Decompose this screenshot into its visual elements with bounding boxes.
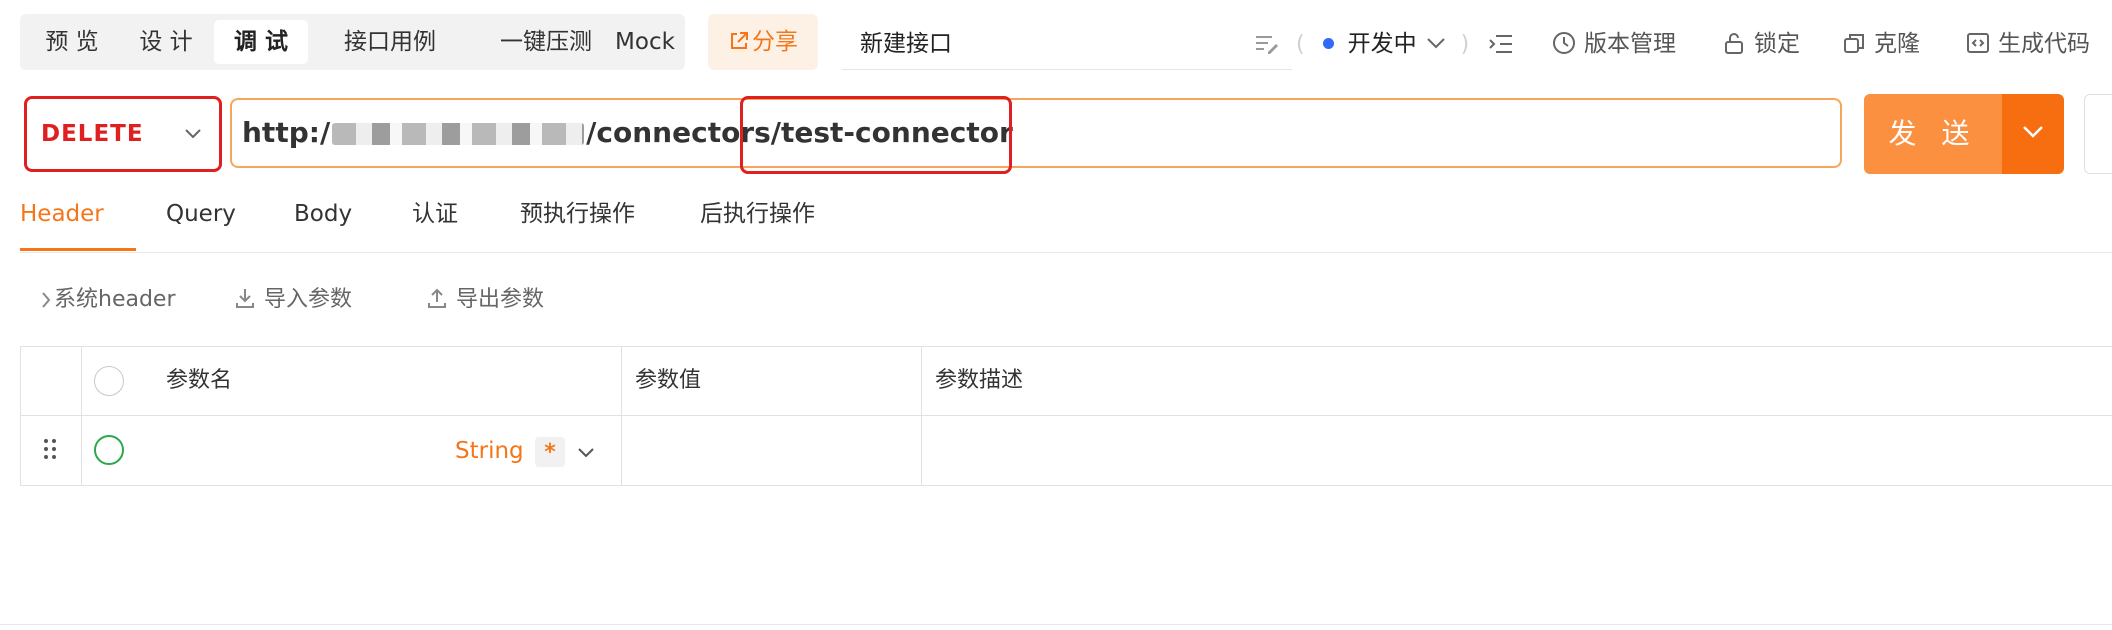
export-params-button[interactable]: 导出参数 [426, 282, 544, 318]
lock-icon [1725, 33, 1743, 54]
system-header-toggle[interactable]: 系统header [40, 282, 176, 318]
tab-design[interactable]: 设 计 [126, 20, 206, 64]
version-label: 版本管理 [1584, 31, 1676, 57]
clone-button[interactable]: 克隆 [1842, 24, 1920, 64]
status-label: 开发中 [1347, 31, 1417, 57]
tab-divider [20, 252, 2112, 253]
bottom-divider [0, 624, 2112, 625]
tab-auth[interactable]: 认证 [412, 196, 458, 232]
paren-open: ( [1296, 32, 1305, 57]
tab-body[interactable]: Body [294, 196, 352, 232]
tab-preview[interactable]: 预 览 [32, 20, 112, 64]
method-select[interactable]: DELETE [24, 96, 222, 172]
lock-button[interactable]: 锁定 [1722, 24, 1800, 64]
version-management-button[interactable]: 版本管理 [1552, 24, 1676, 64]
chevron-down-icon [2023, 126, 2043, 138]
column-header-param-name: 参数名 [166, 368, 233, 393]
column-header-param-value: 参数值 [635, 368, 702, 393]
tab-query[interactable]: Query [166, 196, 236, 232]
upload-icon [428, 288, 446, 308]
drag-handle-icon[interactable] [43, 437, 57, 461]
tab-stress-test[interactable]: 一键压测 [472, 20, 620, 64]
chevron-down-icon[interactable] [577, 447, 595, 459]
column-header-param-desc: 参数描述 [935, 368, 1024, 393]
select-all-checkbox[interactable] [94, 366, 124, 396]
download-icon [236, 289, 254, 308]
mode-tab-bar: 预 览 设 计 调 试 接口用例 一键压测 Mock [20, 14, 685, 70]
save-button-partial[interactable] [2084, 94, 2112, 174]
row-divider [21, 415, 2112, 416]
share-label: 分享 [752, 29, 798, 55]
status-dot [1322, 38, 1334, 49]
url-input[interactable]: http://connectors/test-connector [230, 98, 1842, 168]
param-type-select[interactable]: String [455, 433, 524, 469]
paren-close: ) [1460, 32, 1470, 57]
import-params-label: 导入参数 [264, 287, 353, 312]
share-button[interactable]: 分享 [708, 14, 818, 70]
clone-label: 克隆 [1874, 31, 1920, 57]
url-host-redacted [332, 123, 585, 145]
share-icon [731, 32, 748, 49]
status-selector[interactable]: ( 开发中) [1296, 24, 1469, 64]
row-enable-checkbox[interactable] [94, 435, 124, 465]
params-table: 参数名 参数值 参数描述 String * [20, 346, 2112, 486]
outline-icon[interactable] [1488, 32, 1514, 56]
send-label: 发 送 [1888, 117, 1978, 150]
import-params-button[interactable]: 导入参数 [234, 282, 352, 318]
codegen-label: 生成代码 [1998, 31, 2090, 57]
edit-icon[interactable] [1254, 32, 1280, 56]
url-annotation-highlight [740, 96, 1012, 174]
copy-icon [1844, 34, 1864, 53]
chevron-right-icon [42, 292, 51, 308]
tab-post-request[interactable]: 后执行操作 [700, 196, 815, 232]
api-name-text: 新建接口 [860, 31, 952, 57]
col-divider [81, 347, 82, 485]
col-divider [921, 347, 922, 485]
chevron-down-icon [185, 129, 201, 139]
tab-header[interactable]: Header [20, 196, 104, 232]
tab-debug[interactable]: 调 试 [214, 20, 308, 64]
col-divider [621, 347, 622, 485]
active-tab-underline [20, 248, 136, 251]
api-name-input[interactable]: 新建接口 [842, 24, 1292, 70]
lock-label: 锁定 [1754, 31, 1800, 57]
required-toggle[interactable]: * [535, 437, 565, 467]
tab-mock[interactable]: Mock [606, 20, 684, 64]
tab-pre-request[interactable]: 预执行操作 [520, 196, 635, 232]
code-icon [1967, 33, 1989, 53]
system-header-label: 系统header [54, 287, 176, 312]
send-button[interactable]: 发 送 [1864, 94, 2002, 174]
method-label: DELETE [41, 121, 144, 147]
chevron-down-icon [1426, 38, 1445, 49]
generate-code-button[interactable]: 生成代码 [1966, 24, 2090, 64]
url-prefix: http:/ [242, 116, 331, 149]
export-params-label: 导出参数 [456, 287, 545, 312]
send-options-button[interactable] [2002, 94, 2064, 174]
clock-icon [1553, 32, 1575, 54]
tab-test-cases[interactable]: 接口用例 [316, 20, 464, 64]
